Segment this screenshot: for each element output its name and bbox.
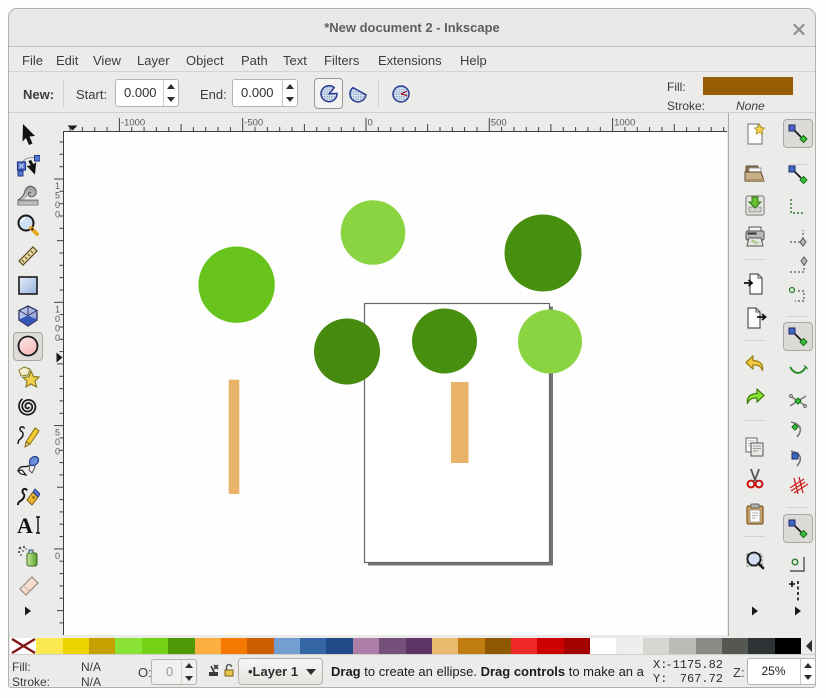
svg-text:1: 1 (55, 181, 60, 191)
svg-text:0: 0 (55, 551, 60, 561)
svg-text:500: 500 (491, 118, 507, 129)
svg-text:0: 0 (55, 210, 60, 220)
svg-text:0: 0 (55, 437, 60, 447)
svg-text:-1000: -1000 (121, 118, 145, 129)
svg-text:0: 0 (368, 118, 373, 129)
svg-text:0: 0 (55, 333, 60, 343)
svg-text:1000: 1000 (614, 118, 635, 129)
svg-text:0: 0 (55, 200, 60, 210)
svg-text:A: A (17, 513, 33, 537)
svg-text:0: 0 (55, 323, 60, 333)
svg-text:-500: -500 (244, 118, 263, 129)
svg-text:5: 5 (55, 191, 60, 201)
svg-text:0: 0 (55, 447, 60, 457)
svg-text:0: 0 (55, 314, 60, 324)
svg-text:5: 5 (55, 428, 60, 438)
svg-text:1: 1 (55, 304, 60, 314)
